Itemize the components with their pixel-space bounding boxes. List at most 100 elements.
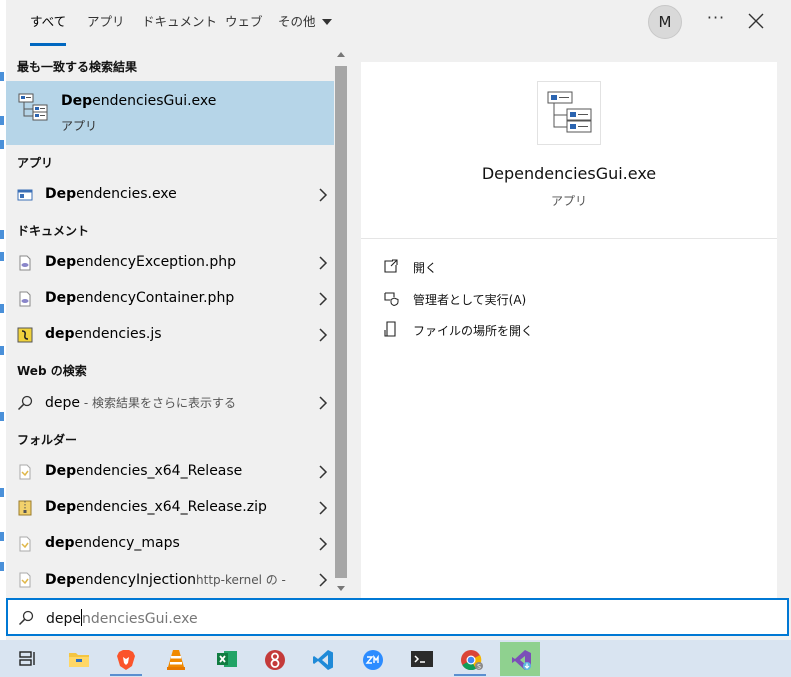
chevron-right-icon[interactable]: [318, 465, 328, 479]
preview-app-icon: [537, 81, 601, 145]
scroll-up-icon[interactable]: [337, 52, 345, 57]
chevron-right-icon[interactable]: [318, 292, 328, 306]
list-item[interactable]: dependency_maps: [6, 527, 334, 561]
list-item-label: Dependencies_x64_Release: [45, 463, 243, 479]
dependency-tree-icon: [547, 91, 592, 133]
run-as-admin-action[interactable]: 管理者として実行(A): [383, 288, 683, 310]
taskbar: S: [0, 640, 791, 677]
task-view-icon: [19, 651, 35, 666]
taskbar-file-explorer[interactable]: [58, 642, 98, 676]
list-item[interactable]: DependencyException.php: [6, 246, 334, 280]
chevron-right-icon[interactable]: [318, 188, 328, 202]
chevron-right-icon[interactable]: [318, 501, 328, 515]
search-input[interactable]: dependenciesGui.exe: [46, 609, 198, 627]
open-action-label: 開く: [413, 261, 438, 275]
list-item-label: DependencyInjectionhttp-kernel の -: [45, 572, 286, 588]
dependency-tree-icon: [18, 93, 48, 121]
taskbar-git[interactable]: [254, 642, 294, 676]
svg-text:S: S: [477, 664, 481, 671]
chevron-right-icon[interactable]: [318, 328, 328, 342]
terminal-icon: [411, 651, 433, 667]
list-item[interactable]: Dependencies_x64_Release: [6, 455, 334, 489]
best-match-name: DependenciesGui.exe: [61, 93, 217, 109]
more-options-button[interactable]: ···: [704, 8, 728, 34]
taskbar-zoom[interactable]: [352, 642, 392, 676]
run-as-admin-label: 管理者として実行(A): [413, 293, 527, 307]
list-item-label: DependencyContainer.php: [45, 290, 235, 306]
taskbar-excel[interactable]: [206, 642, 246, 676]
open-action[interactable]: 開く: [383, 256, 683, 278]
search-icon: [18, 610, 34, 626]
scroll-down-icon[interactable]: [337, 586, 345, 591]
chevron-right-icon[interactable]: [318, 537, 328, 551]
list-item-label: DependencyException.php: [45, 254, 236, 270]
tab-documents[interactable]: ドキュメント: [142, 0, 217, 46]
section-heading-web: Web の検索: [17, 364, 87, 378]
close-button[interactable]: [744, 8, 768, 34]
scrollbar-thumb[interactable]: [335, 66, 347, 578]
list-item[interactable]: Dependencies.exe: [6, 178, 334, 212]
list-item[interactable]: dependencies.js: [6, 318, 334, 352]
open-file-location-label: ファイルの場所を開く: [413, 324, 534, 338]
app-window-icon: [17, 189, 33, 201]
brave-icon: [117, 650, 135, 670]
section-heading-apps: アプリ: [17, 156, 54, 170]
excel-icon: [217, 651, 237, 667]
list-item[interactable]: depe - 検索結果をさらに表示する: [6, 386, 334, 420]
open-icon: [384, 259, 398, 273]
preview-type: アプリ: [550, 194, 587, 208]
list-item[interactable]: DependencyInjectionhttp-kernel の -: [6, 563, 334, 597]
best-match-result[interactable]: DependenciesGui.exe アプリ: [6, 81, 334, 145]
visual-studio-icon: [512, 650, 531, 670]
file-explorer-icon: [69, 653, 89, 667]
list-item-label: Dependencies_x64_Release.zip: [45, 499, 267, 515]
best-match-type: アプリ: [61, 119, 98, 133]
account-avatar[interactable]: M: [648, 5, 682, 39]
folder-icon: [19, 536, 31, 552]
zoom-icon: [363, 650, 383, 670]
search-box[interactable]: dependenciesGui.exe: [6, 598, 789, 636]
chevron-down-icon: [321, 19, 332, 25]
section-heading-folders: フォルダー: [17, 433, 78, 447]
search-typed-text: depe: [46, 611, 81, 627]
list-item-label: dependencies.js: [45, 326, 162, 342]
taskbar-vscode[interactable]: [302, 642, 342, 676]
chevron-right-icon[interactable]: [318, 396, 328, 410]
tab-more-label: その他: [278, 14, 316, 29]
search-autocomplete: ndenciesGui.exe: [82, 611, 198, 627]
taskbar-terminal[interactable]: [400, 642, 440, 676]
taskbar-chrome[interactable]: S: [450, 642, 490, 676]
chevron-right-icon[interactable]: [318, 573, 328, 587]
tab-web[interactable]: ウェブ: [225, 0, 263, 46]
taskbar-task-view[interactable]: [8, 642, 48, 676]
git-icon: [265, 650, 285, 670]
tab-more[interactable]: その他: [278, 0, 332, 46]
open-file-location-action[interactable]: ファイルの場所を開く: [383, 319, 683, 341]
list-item-label: depe - 検索結果をさらに表示する: [45, 395, 236, 411]
list-item-label: Dependencies.exe: [45, 186, 177, 202]
preview-pane: DependenciesGui.exe アプリ 開く 管理者として実行(A) フ…: [361, 62, 777, 598]
list-item[interactable]: DependencyContainer.php: [6, 282, 334, 316]
close-icon: [748, 13, 764, 29]
list-item[interactable]: Dependencies_x64_Release.zip: [6, 491, 334, 525]
zip-folder-icon: [18, 500, 32, 516]
search-icon: [17, 395, 33, 411]
php-file-icon: [19, 255, 31, 271]
taskbar-visual-studio[interactable]: [500, 642, 540, 676]
folder-icon: [19, 572, 31, 588]
results-scrollbar[interactable]: [334, 46, 348, 598]
search-tabs-bar: すべて アプリ ドキュメント ウェブ その他 M ···: [6, 0, 791, 46]
chevron-right-icon[interactable]: [318, 256, 328, 270]
tab-apps[interactable]: アプリ: [87, 0, 125, 46]
results-list: 最も一致する検索結果 DependenciesGui.exe アプリ アプリ D…: [6, 46, 334, 598]
file-location-icon: [384, 321, 396, 337]
js-file-icon: [17, 327, 33, 343]
taskbar-brave[interactable]: [106, 642, 146, 676]
vscode-icon: [313, 650, 333, 670]
taskbar-vlc[interactable]: [156, 642, 196, 676]
tab-all[interactable]: すべて: [30, 0, 67, 46]
php-file-icon: [19, 291, 31, 307]
chrome-icon: S: [461, 650, 483, 671]
vlc-icon: [167, 650, 185, 670]
folder-icon: [19, 464, 31, 480]
